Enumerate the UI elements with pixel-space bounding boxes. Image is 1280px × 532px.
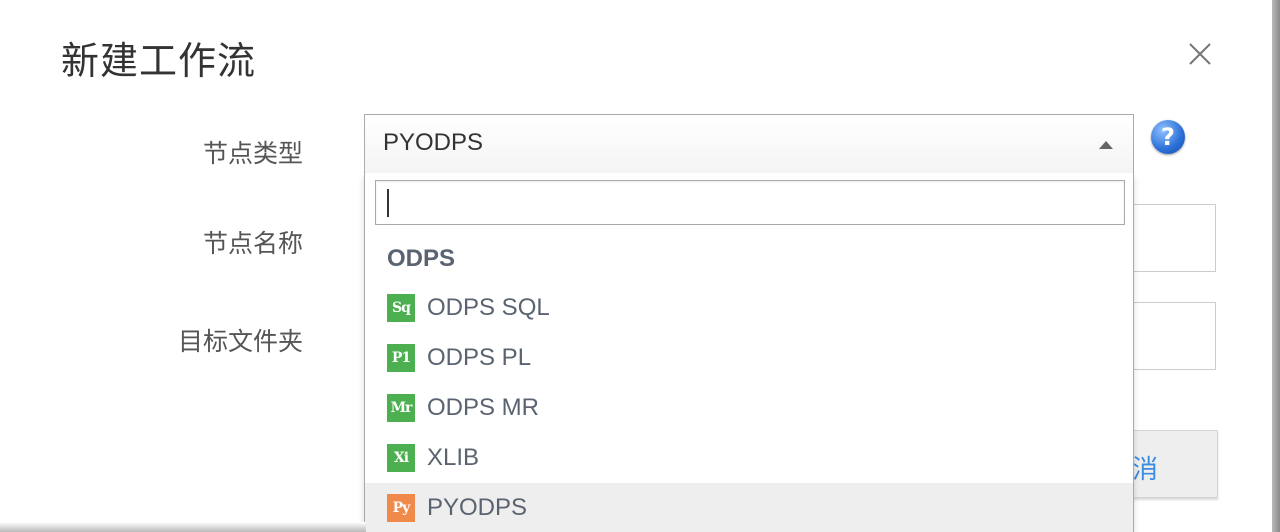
xlib-icon: Xi	[387, 444, 415, 472]
new-workflow-dialog: 新建工作流 节点类型 节点名称 目标文件夹 消 ? PYODPS ODPS Sq…	[0, 0, 1272, 532]
option-odps-sql[interactable]: Sq ODPS SQL	[365, 283, 1133, 333]
odps-pl-icon: P1	[387, 344, 415, 372]
help-icon[interactable]: ?	[1151, 120, 1185, 154]
node-type-selected-value: PYODPS	[383, 129, 484, 156]
pyodps-icon: Py	[387, 494, 415, 522]
option-odps-pl[interactable]: P1 ODPS PL	[365, 333, 1133, 383]
cancel-button-label: 消	[1132, 455, 1159, 485]
close-icon[interactable]	[1184, 38, 1216, 70]
node-type-label: 节点类型	[202, 139, 303, 168]
close-icon-graphic	[1189, 43, 1211, 65]
odps-sql-icon: Sq	[387, 294, 415, 322]
cancel-button[interactable]: 消	[1132, 430, 1218, 498]
chevron-up-icon	[1099, 141, 1113, 149]
text-cursor	[387, 189, 389, 217]
option-label: ODPS PL	[427, 344, 532, 371]
window-edge	[1272, 0, 1280, 532]
dialog-bottom-shadow	[0, 522, 366, 532]
dropdown-search-input[interactable]	[375, 180, 1125, 225]
option-group-label: ODPS	[387, 245, 456, 272]
option-label: ODPS SQL	[427, 294, 550, 321]
option-xlib[interactable]: Xi XLIB	[365, 433, 1133, 483]
odps-mr-icon: Mr	[387, 394, 415, 422]
option-label: XLIB	[427, 444, 480, 471]
node-type-dropdown: ODPS Sq ODPS SQL P1 ODPS PL Mr ODPS MR X…	[364, 173, 1134, 532]
target-folder-label: 目标文件夹	[177, 327, 303, 356]
option-pyodps[interactable]: Py PYODPS	[365, 483, 1133, 532]
node-name-input[interactable]	[1132, 204, 1216, 272]
node-type-select[interactable]: PYODPS	[364, 114, 1134, 174]
target-folder-input[interactable]	[1132, 302, 1216, 370]
option-label: ODPS MR	[427, 394, 540, 421]
option-odps-mr[interactable]: Mr ODPS MR	[365, 383, 1133, 433]
node-name-label: 节点名称	[202, 229, 303, 258]
option-label: PYODPS	[427, 494, 528, 521]
dialog-title: 新建工作流	[61, 39, 257, 83]
